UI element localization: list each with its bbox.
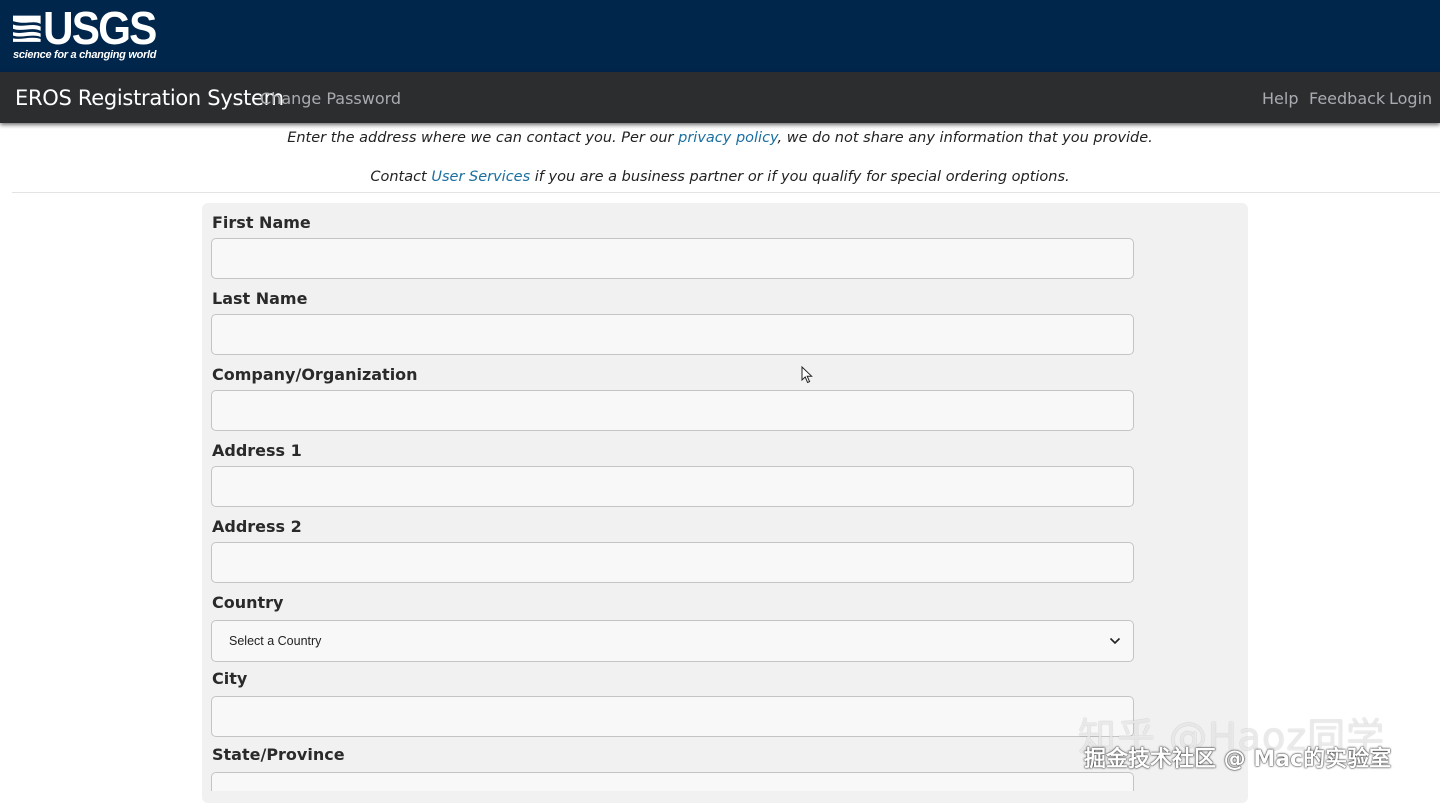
usgs-wave-icon xyxy=(13,15,41,42)
nav-feedback[interactable]: Feedback xyxy=(1309,89,1385,108)
city-input[interactable] xyxy=(211,696,1134,737)
nav-help[interactable]: Help xyxy=(1262,89,1298,108)
privacy-note-pre: Enter the address where we can contact y… xyxy=(287,130,679,146)
address1-label: Address 1 xyxy=(212,441,302,460)
privacy-note: Enter the address where we can contact y… xyxy=(0,130,1440,146)
country-select[interactable]: Select a Country xyxy=(211,620,1134,662)
country-label: Country xyxy=(212,593,284,612)
nav-brand[interactable]: EROS Registration System xyxy=(15,86,284,110)
first-name-input[interactable] xyxy=(211,238,1134,279)
watermark-juejin: 掘金技术社区 @ Mac的实验室 xyxy=(1084,747,1392,772)
address2-input[interactable] xyxy=(211,542,1134,583)
usgs-logo[interactable]: USGS science for a changing world xyxy=(13,2,165,64)
usgs-header: USGS science for a changing world xyxy=(0,0,1440,72)
contact-note: Contact User Services if you are a busin… xyxy=(0,169,1440,185)
last-name-input[interactable] xyxy=(211,314,1134,355)
state-label: State/Province xyxy=(212,745,345,764)
usgs-logo-text: USGS xyxy=(42,2,157,54)
contact-note-post: if you are a business partner or if you … xyxy=(530,169,1070,185)
company-label: Company/Organization xyxy=(212,365,418,384)
company-input[interactable] xyxy=(211,390,1134,431)
contact-note-pre: Contact xyxy=(370,169,432,185)
nav-login[interactable]: Login xyxy=(1389,89,1432,108)
address2-label: Address 2 xyxy=(212,517,302,536)
state-input[interactable] xyxy=(211,772,1134,791)
nav-change-password[interactable]: Change Password xyxy=(260,89,401,108)
address1-input[interactable] xyxy=(211,466,1134,507)
city-label: City xyxy=(212,669,248,688)
first-name-label: First Name xyxy=(212,213,311,232)
user-services-link[interactable]: User Services xyxy=(431,169,530,185)
privacy-policy-link[interactable]: privacy policy xyxy=(678,130,777,146)
mouse-cursor-icon xyxy=(801,366,813,384)
country-select-value: Select a Country xyxy=(229,634,322,648)
last-name-label: Last Name xyxy=(212,289,308,308)
chevron-down-icon xyxy=(1109,637,1121,645)
privacy-note-post: , we do not share any information that y… xyxy=(777,130,1153,146)
divider xyxy=(12,192,1440,193)
navbar: EROS Registration System Change Password… xyxy=(0,72,1440,123)
